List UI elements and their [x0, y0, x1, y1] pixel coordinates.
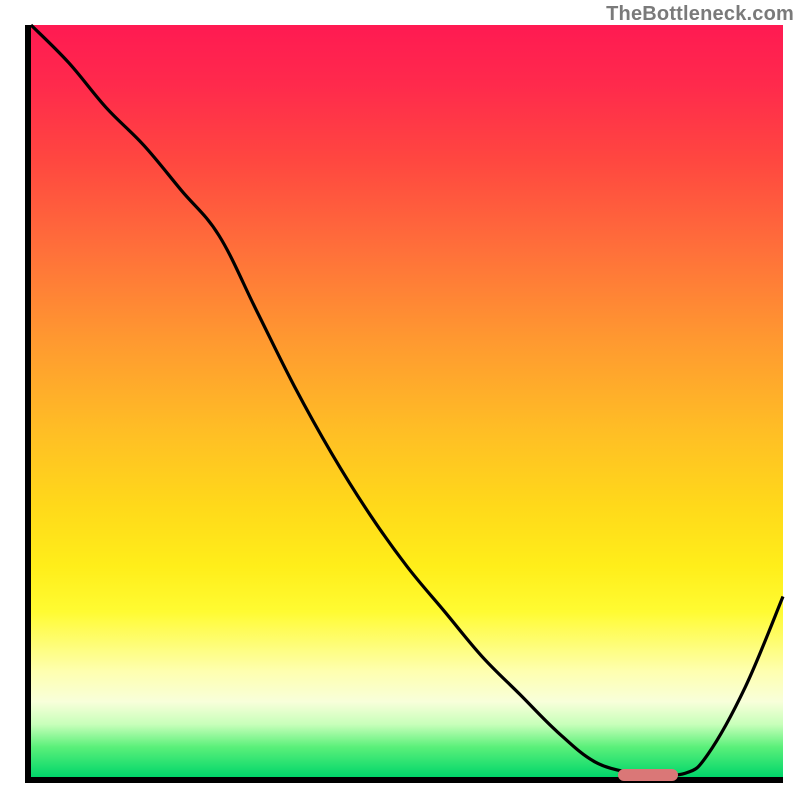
- chart-container: TheBottleneck.com: [0, 0, 800, 800]
- plot-area: [25, 25, 783, 783]
- curve-path: [31, 25, 783, 775]
- optimal-range-marker: [618, 769, 678, 781]
- bottleneck-curve: [31, 25, 783, 777]
- watermark-text: TheBottleneck.com: [606, 3, 794, 26]
